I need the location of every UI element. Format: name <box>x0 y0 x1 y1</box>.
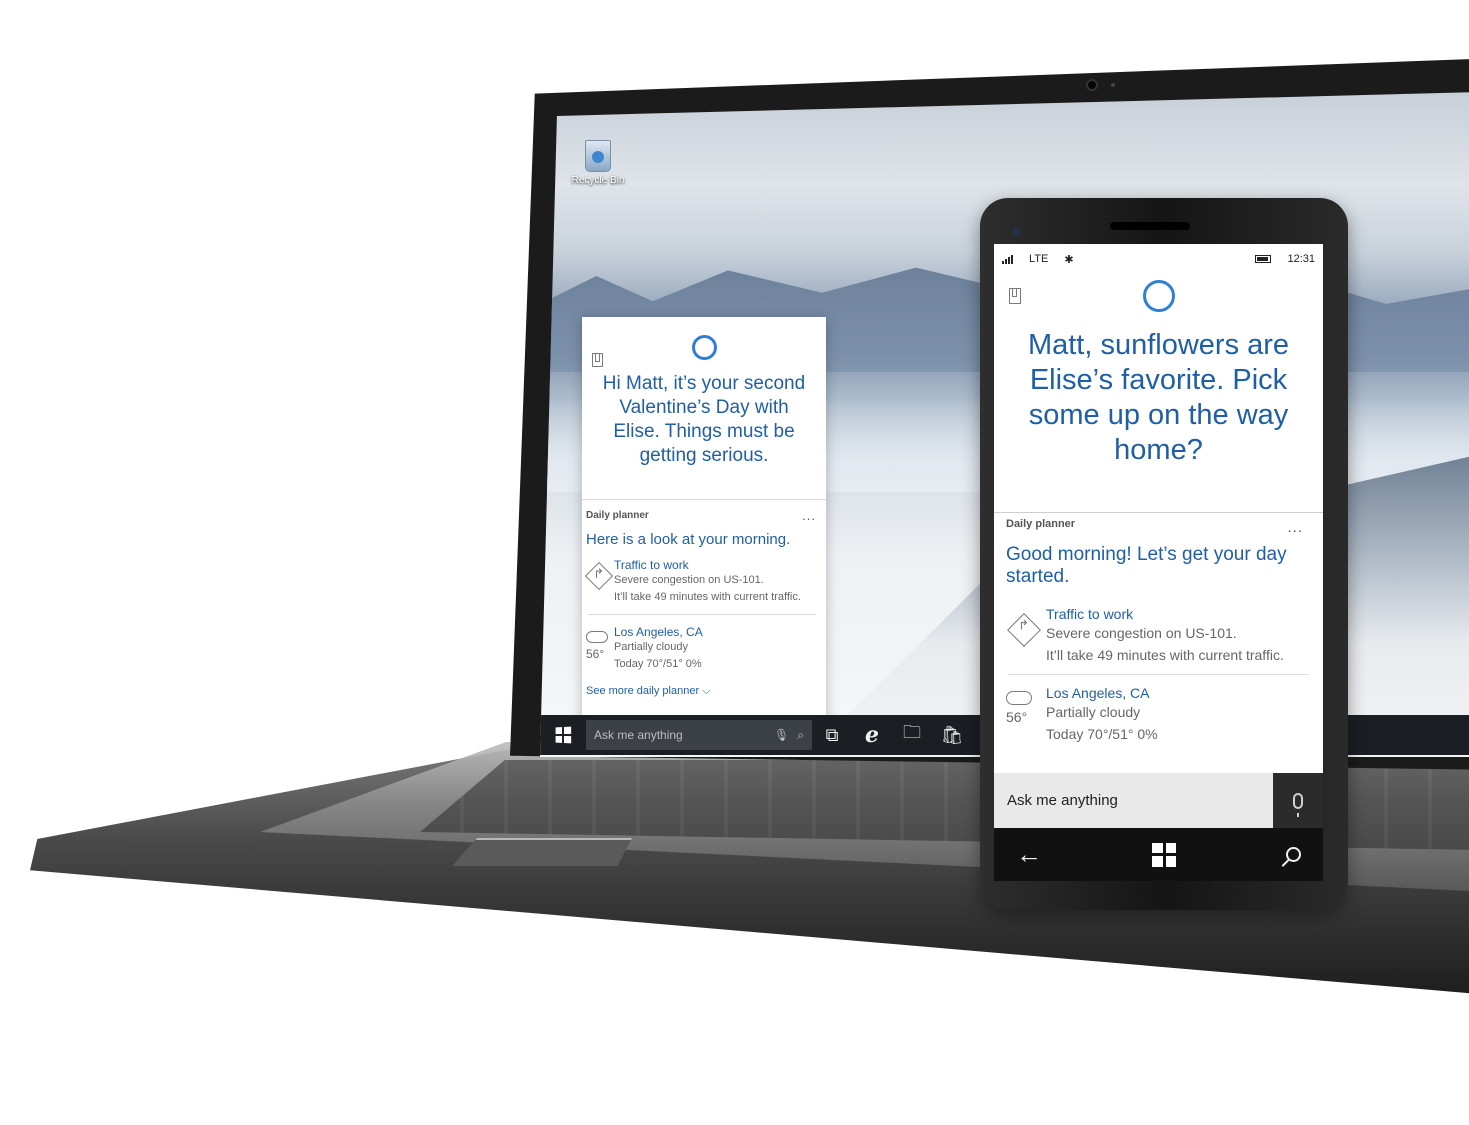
cortana-panel: Hi Matt, it’s your second Valentine’s Da… <box>582 317 826 722</box>
back-button[interactable]: ← <box>1016 839 1042 870</box>
phone-navigation-bar: ← <box>994 828 1323 881</box>
more-options-button[interactable]: ... <box>802 508 816 523</box>
traffic-item[interactable]: Traffic to work Severe congestion on US-… <box>584 558 820 606</box>
divider <box>1008 674 1309 675</box>
traffic-item[interactable]: Traffic to work Severe congestion on US-… <box>1006 606 1313 666</box>
weather-temperature: 56° <box>1006 709 1028 725</box>
search-icon <box>1286 847 1301 862</box>
search-button[interactable] <box>1286 847 1301 862</box>
store-icon[interactable]: 🛍︎ <box>932 725 972 746</box>
planner-title: Good morning! Let’s get your day started… <box>1006 544 1287 587</box>
weather-city[interactable]: Los Angeles, CA <box>1046 685 1158 701</box>
internet-explorer-icon[interactable]: e <box>852 722 892 748</box>
weather-today: Today 70°/51° 0% <box>1046 726 1158 742</box>
phone-ask-box[interactable]: Ask me anything <box>994 773 1323 828</box>
weather-city[interactable]: Los Angeles, CA <box>614 625 703 639</box>
traffic-line-1: Severe congestion on US-101. <box>1046 625 1237 641</box>
cloud-icon <box>586 631 608 643</box>
weather-condition: Partially cloudy <box>1046 704 1141 720</box>
signal-strength-icon <box>1002 254 1013 264</box>
planner-title: Here is a look at your morning. <box>586 531 791 548</box>
microphone-button[interactable] <box>1273 773 1323 828</box>
file-explorer-icon[interactable]: 🗀︎ <box>892 720 932 750</box>
taskbar-search-box[interactable]: Ask me anything 🎙︎ ⌕ <box>586 720 812 750</box>
recycle-bin-icon <box>585 140 611 172</box>
traffic-line-2: It’ll take 49 minutes with current traff… <box>614 591 801 603</box>
phone-speaker <box>1110 222 1190 230</box>
network-type: LTE <box>1029 253 1049 265</box>
phone-cortana-header: Matt, sunflowers are Elise’s favorite. P… <box>994 280 1323 513</box>
daily-planner-card: Daily planner ... Here is a look at your… <box>582 500 826 698</box>
phone-daily-planner-card: Daily planner ... Good morning! Let’s ge… <box>994 513 1323 745</box>
cortana-header: Hi Matt, it’s your second Valentine’s Da… <box>582 335 826 500</box>
notebook-icon[interactable] <box>1009 288 1021 304</box>
weather-today: Today 70°/51° 0% <box>614 658 702 670</box>
phone-front-camera <box>1013 228 1021 236</box>
windows-icon <box>555 726 572 744</box>
directions-icon <box>584 561 614 591</box>
cortana-icon <box>1142 280 1175 312</box>
cortana-greeting: Hi Matt, it’s your second Valentine’s Da… <box>602 373 806 466</box>
weather-item[interactable]: 56° Los Angeles, CA Partially cloudy Tod… <box>1006 685 1313 745</box>
recycle-bin-shortcut[interactable]: Recycle Bin <box>568 140 628 186</box>
start-button[interactable] <box>1152 842 1176 867</box>
weather-item[interactable]: 56° Los Angeles, CA Partially cloudy Tod… <box>586 625 820 673</box>
cortana-icon <box>691 335 717 360</box>
cloud-icon <box>1006 691 1032 705</box>
phone-cortana-greeting: Matt, sunflowers are Elise’s favorite. P… <box>1027 329 1290 466</box>
start-button[interactable] <box>546 718 580 752</box>
webcam <box>1086 79 1098 91</box>
microphone-icon <box>1293 792 1303 817</box>
search-placeholder: Ask me anything <box>594 728 683 742</box>
see-more-daily-planner-link[interactable]: See more daily planner ⌵ <box>586 685 820 698</box>
webcam-led <box>1111 83 1115 87</box>
planner-header: Daily planner <box>1006 518 1076 530</box>
microphone-icon[interactable]: 🎙︎ <box>774 728 789 742</box>
bluetooth-icon: ✱ <box>1064 253 1074 266</box>
weather-temperature: 56° <box>586 647 605 661</box>
windows-icon <box>1152 842 1176 867</box>
laptop-touchpad <box>452 838 632 866</box>
more-options-button[interactable]: ... <box>1287 519 1303 536</box>
recycle-bin-label: Recycle Bin <box>571 175 625 186</box>
task-view-icon[interactable]: ⧉ <box>812 725 852 746</box>
divider <box>588 614 816 615</box>
planner-header: Daily planner <box>586 510 649 521</box>
traffic-title[interactable]: Traffic to work <box>1046 606 1284 622</box>
traffic-line-2: It’ll take 49 minutes with current traff… <box>1046 647 1284 663</box>
ask-placeholder: Ask me anything <box>1007 792 1118 809</box>
traffic-line-1: Severe congestion on US-101. <box>614 574 764 586</box>
battery-icon <box>1255 255 1272 263</box>
notebook-icon[interactable] <box>592 353 603 367</box>
search-icon[interactable]: ⌕ <box>797 728 804 743</box>
traffic-title[interactable]: Traffic to work <box>614 558 801 572</box>
weather-condition: Partially cloudy <box>614 641 688 653</box>
phone-status-bar: LTE ✱ 12:31 <box>994 244 1323 274</box>
phone-screen: LTE ✱ 12:31 Matt, sunflowers are Elise’s… <box>994 244 1323 881</box>
status-time: 12:31 <box>1287 253 1315 265</box>
directions-icon <box>1007 613 1041 647</box>
